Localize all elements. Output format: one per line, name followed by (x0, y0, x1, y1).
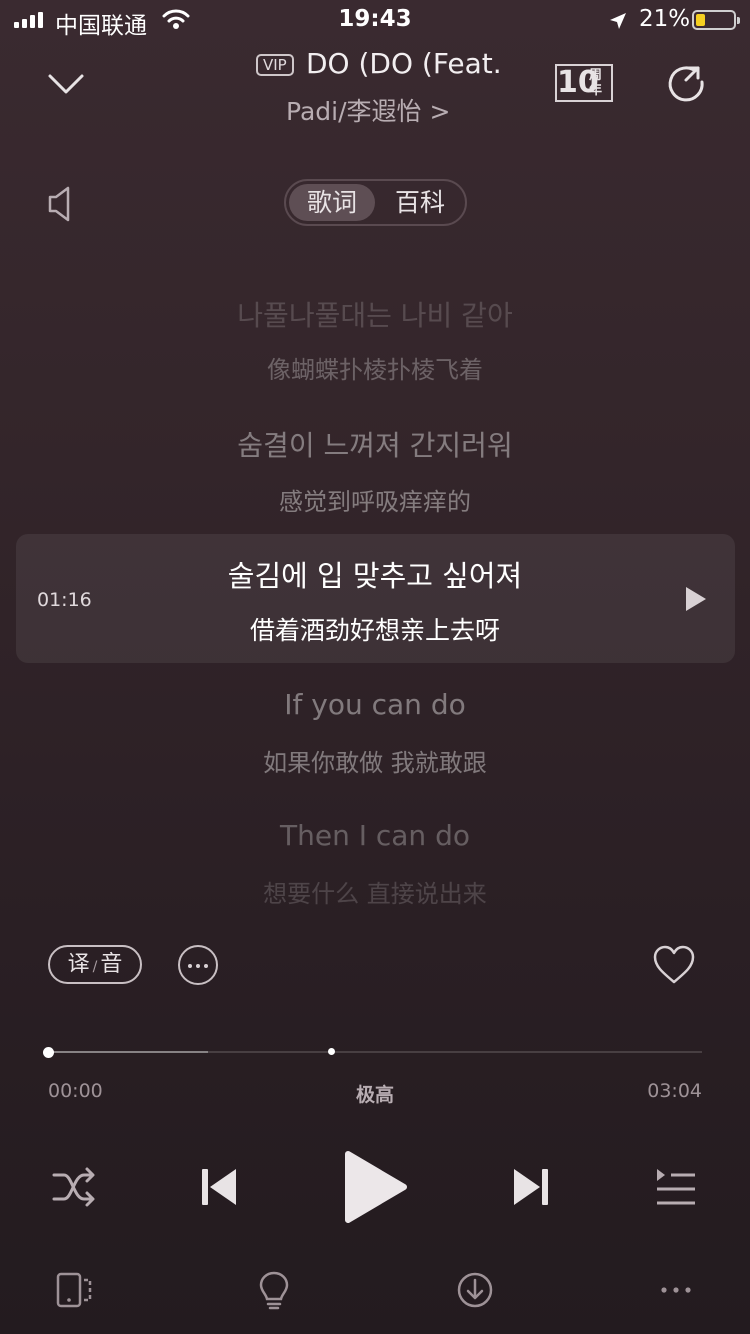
anniversary-badge[interactable]: 10 周 年 (555, 64, 613, 102)
next-icon (514, 1169, 548, 1205)
location-icon (608, 9, 628, 37)
artist-link[interactable]: Padi/李遐怡 > (286, 92, 450, 128)
lyric-line-en[interactable]: Then I can do (0, 819, 750, 852)
lightbulb-icon (259, 1271, 289, 1310)
previous-button[interactable] (198, 1163, 242, 1211)
pronounce-label: 音 (100, 952, 123, 977)
play-icon (686, 587, 706, 611)
download-button[interactable] (455, 1270, 495, 1310)
clock: 19:43 (338, 6, 412, 32)
lyric-line-zh[interactable]: 感觉到呼吸痒痒的 (0, 482, 750, 517)
speaker-button[interactable] (46, 184, 76, 224)
tab-lyrics[interactable]: 歌词 (289, 184, 375, 221)
previous-icon (202, 1169, 236, 1205)
play-icon (345, 1151, 407, 1223)
anniversary-mark: 10 (557, 65, 599, 100)
lyric-line-zh[interactable]: 像蝴蝶扑棱扑棱飞着 (0, 350, 750, 385)
tab-bar: 歌词 百科 (284, 179, 467, 226)
shuffle-button[interactable] (50, 1165, 98, 1209)
share-button[interactable] (666, 62, 710, 106)
lyric-line-en[interactable]: If you can do (0, 688, 750, 721)
quality-label[interactable]: 极高 (0, 1080, 750, 1107)
lyric-line-ko[interactable]: 숨결이 느껴져 간지러워 (0, 424, 750, 464)
lyric-line-zh[interactable]: 想要什么 直接说出来 (0, 874, 750, 909)
translate-separator: / (92, 959, 98, 975)
translate-label: 译 (67, 952, 90, 977)
device-icon (56, 1272, 92, 1308)
menu-button[interactable] (656, 1270, 696, 1310)
anniversary-text-2: 年 (589, 83, 603, 98)
share-icon (668, 66, 704, 102)
more-horizontal-icon (661, 1287, 691, 1293)
play-button[interactable] (342, 1150, 408, 1224)
next-button[interactable] (508, 1163, 552, 1211)
heart-icon (653, 945, 695, 984)
vip-badge: VIP (256, 54, 294, 76)
playlist-icon (657, 1169, 695, 1205)
song-title: DO (DO (Feat. L (306, 47, 511, 80)
battery-icon (692, 10, 740, 30)
progress-thumb[interactable] (43, 1047, 54, 1058)
chevron-down-icon (48, 74, 84, 94)
status-bar: 中国联通 19:43 21% (0, 0, 750, 40)
lyric-line-ko[interactable]: 나풀나풀대는 나비 같아 (0, 294, 750, 334)
current-lyric-ko: 술김에 입 맞추고 싶어져 (227, 559, 523, 593)
total-time: 03:04 (647, 1080, 702, 1102)
tab-encyclopedia[interactable]: 百科 (377, 184, 463, 221)
playlist-button[interactable] (655, 1165, 697, 1207)
shuffle-icon (52, 1167, 95, 1207)
climax-marker[interactable] (328, 1048, 335, 1055)
play-from-line-button[interactable] (684, 586, 708, 612)
anniversary-text-1: 周 (589, 68, 603, 83)
lyric-line-zh[interactable]: 如果你敢做 我就敢跟 (0, 743, 750, 778)
translate-toggle[interactable]: 译 / 音 (48, 945, 142, 984)
more-options-button[interactable] (178, 945, 218, 985)
battery-percent: 21% (639, 6, 691, 32)
like-button[interactable] (652, 944, 696, 986)
current-lyric-zh: 借着酒劲好想亲上去呀 (249, 616, 500, 645)
collapse-button[interactable] (44, 62, 88, 106)
download-icon (457, 1272, 493, 1308)
device-button[interactable] (54, 1270, 94, 1310)
progress-buffer (48, 1051, 209, 1053)
speaker-icon (48, 186, 70, 222)
tips-button[interactable] (254, 1270, 294, 1310)
